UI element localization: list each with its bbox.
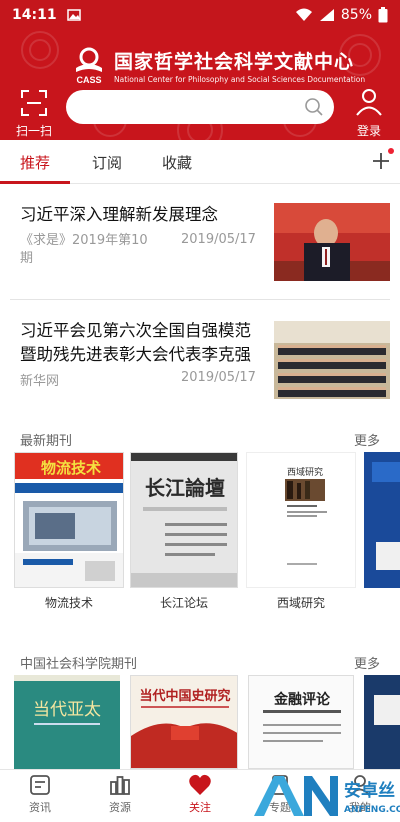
- image-notification-icon: [66, 9, 81, 21]
- tab-recommend[interactable]: 推荐: [20, 152, 50, 173]
- login-button[interactable]: 登录: [352, 88, 386, 139]
- cass-logo: CASS 国家哲学社会科学文献中心 National Center for Ph…: [72, 46, 366, 85]
- journal-cover[interactable]: 长江論壇: [130, 452, 238, 588]
- svg-text:物流技术: 物流技术: [41, 459, 101, 477]
- cass-logo-text: CASS: [76, 75, 101, 84]
- cass-more-link[interactable]: 更多: [354, 653, 380, 672]
- anfeng-watermark: 安卓丝 ANFENG.COM: [250, 772, 400, 818]
- latest-more-link[interactable]: 更多: [354, 430, 380, 449]
- news-source: 《求是》2019年第10期: [20, 233, 148, 266]
- svg-text:ANFENG.COM: ANFENG.COM: [344, 805, 400, 815]
- svg-text:西域研究: 西域研究: [287, 466, 323, 478]
- tab-subscribe[interactable]: 订阅: [92, 152, 122, 173]
- news-thumbnail: [274, 203, 390, 281]
- news-date: 2019/05/17: [181, 370, 256, 385]
- news-item[interactable]: 习近平深入理解新发展理念 《求是》2019年第10期 2019/05/17: [0, 200, 400, 290]
- scan-label: 扫一扫: [15, 124, 52, 138]
- heart-icon: [189, 774, 211, 795]
- svg-text:长江論壇: 长江論壇: [145, 476, 225, 500]
- svg-text:安卓丝: 安卓丝: [344, 780, 395, 801]
- nav-label: 资讯: [29, 801, 51, 814]
- user-icon: [356, 89, 382, 116]
- nav-follow[interactable]: 关注: [170, 774, 230, 815]
- nav-label: 资源: [109, 801, 131, 814]
- svg-text:金融评论: 金融评论: [273, 691, 331, 708]
- journal-title: 西域研究: [276, 596, 325, 610]
- wifi-icon: [295, 8, 312, 21]
- login-label: 登录: [356, 124, 381, 138]
- journal-title: 物流技术: [44, 596, 93, 610]
- resource-icon: [110, 776, 130, 795]
- news-title: 习近平深入理解新发展理念: [20, 205, 218, 224]
- svg-text:当代亚太: 当代亚太: [33, 700, 101, 720]
- news-item[interactable]: 习近平会见第六次全国自强模范暨助残先进表彰大会代表李克强 新华网 2019/05…: [0, 317, 400, 399]
- journal-cover[interactable]: 当代中国史研究: [130, 675, 238, 769]
- signal-icon: [319, 9, 334, 21]
- journal-cover-partial[interactable]: [364, 675, 400, 769]
- logo-title-cn: 国家哲学社会科学文献中心: [114, 50, 355, 73]
- nav-resources[interactable]: 资源: [90, 774, 150, 815]
- nav-news[interactable]: 资讯: [10, 774, 70, 815]
- active-tab-indicator: [0, 181, 70, 184]
- category-tabs: 推荐 订阅 收藏: [0, 140, 400, 184]
- journal-cover-partial[interactable]: [364, 452, 400, 588]
- add-channel-button[interactable]: [370, 148, 394, 172]
- section-title-latest: 最新期刊: [20, 434, 73, 449]
- news-thumbnail: [274, 321, 390, 399]
- news-source: 新华网: [20, 374, 60, 389]
- scan-icon: [21, 90, 47, 116]
- header: CASS 国家哲学社会科学文献中心 National Center for Ph…: [0, 30, 400, 140]
- battery-percent: 85%: [340, 7, 372, 23]
- status-bar: 14:11 85%: [0, 0, 400, 30]
- search-input[interactable]: [66, 90, 334, 124]
- tab-favorites[interactable]: 收藏: [162, 152, 192, 173]
- search-icon: [305, 98, 323, 116]
- news-title: 习近平会见第六次全国自强模范暨助残先进表彰大会代表李克强: [20, 321, 251, 364]
- status-time: 14:11: [12, 7, 57, 23]
- journal-cover[interactable]: 物流技术: [14, 452, 124, 588]
- cass-logo-mark: CASS: [72, 46, 106, 85]
- svg-text:当代中国史研究: 当代中国史研究: [139, 688, 230, 704]
- nav-label: 关注: [189, 801, 211, 814]
- battery-icon: [378, 7, 388, 23]
- logo-title-en: National Center for Philosophy and Socia…: [114, 74, 366, 84]
- scan-button[interactable]: 扫一扫: [14, 90, 54, 139]
- news-icon: [30, 775, 50, 795]
- journal-cover[interactable]: 金融评论: [248, 675, 354, 769]
- divider: [10, 299, 390, 300]
- news-date: 2019/05/17: [181, 232, 256, 247]
- journal-title: 长江论坛: [159, 596, 208, 610]
- journal-cover[interactable]: 西域研究: [246, 452, 356, 588]
- new-badge-dot: [388, 148, 394, 154]
- journal-cover[interactable]: 当代亚太: [14, 675, 120, 769]
- section-title-cass: 中国社会科学院期刊: [20, 657, 138, 672]
